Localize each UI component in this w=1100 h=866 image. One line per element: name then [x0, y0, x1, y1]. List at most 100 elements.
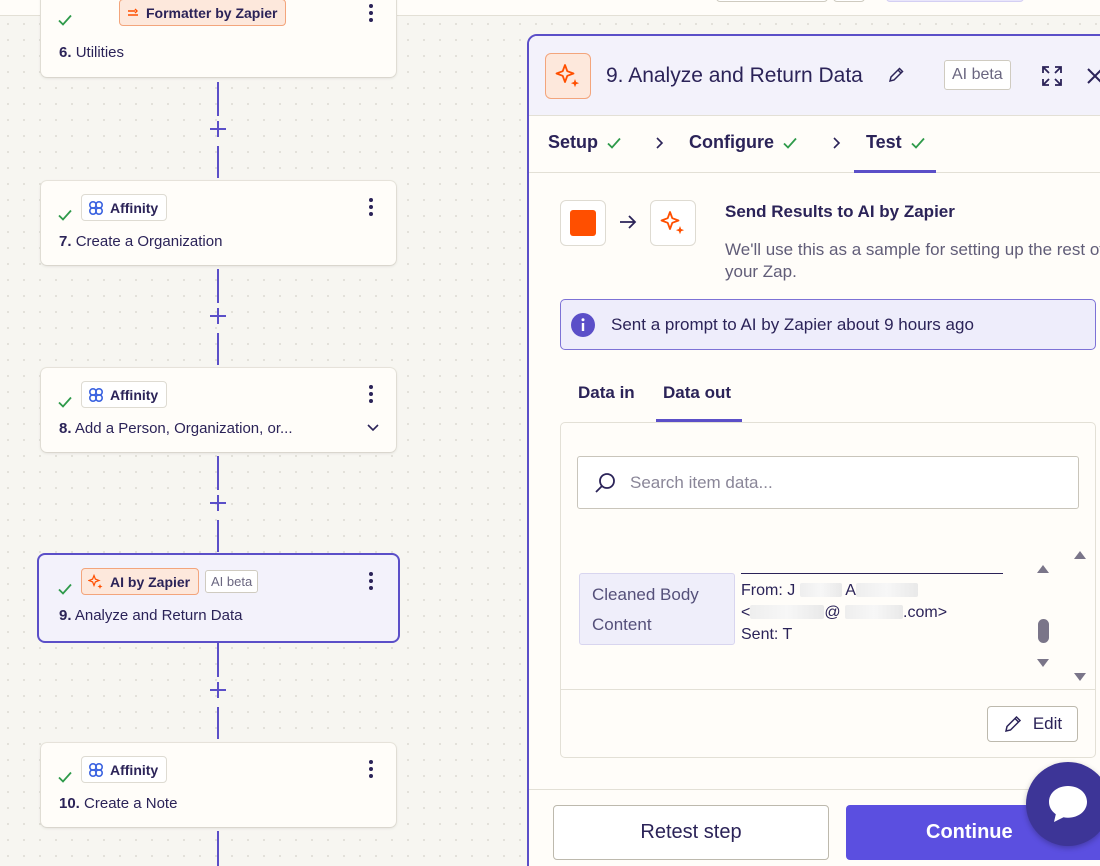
affinity-icon [88, 387, 104, 402]
app-name: Affinity [110, 761, 159, 778]
expand-icon[interactable] [1040, 64, 1064, 88]
plus-icon[interactable] [208, 306, 228, 326]
field-value-line: From: J A [741, 580, 1021, 602]
tab-data-out[interactable]: Data out [663, 383, 731, 403]
scroll-down-icon[interactable] [1035, 657, 1051, 669]
search-field [577, 456, 1079, 509]
step-card-6[interactable]: Formatter by Zapier 6. Utilities [41, 0, 396, 77]
plus-icon[interactable] [208, 119, 228, 139]
connector-line [217, 269, 219, 303]
check-icon [911, 137, 925, 149]
step-title: 7. Create a Organization [59, 233, 223, 250]
panel-footer: Retest step Continue [529, 789, 1100, 866]
check-icon [58, 209, 72, 221]
search-icon [595, 473, 615, 493]
check-icon [58, 396, 72, 408]
arrow-right-icon [620, 215, 637, 229]
app-chip-formatter: Formatter by Zapier [119, 0, 287, 26]
panel-header: 9. Analyze and Return Data AI beta [529, 36, 1100, 116]
plus-icon[interactable] [208, 680, 228, 700]
scroll-down-icon[interactable] [1072, 671, 1088, 683]
app-name: AI by Zapier [110, 573, 191, 590]
field-value-line: < @ .com> [741, 604, 948, 621]
step-card-10[interactable]: Affinity 10. Create a Note [41, 743, 396, 827]
step-title: 10. Create a Note [59, 795, 178, 812]
toolbar-control[interactable] [716, 0, 828, 2]
ai-sparkle-icon [545, 53, 591, 99]
more-vertical-icon[interactable] [364, 382, 378, 406]
scroll-thumb[interactable] [1038, 619, 1049, 643]
app-chip-affinity: Affinity [81, 381, 168, 408]
check-icon [58, 583, 72, 595]
info-banner: Sent a prompt to AI by Zapier about 9 ho… [560, 299, 1096, 350]
panel-tabs: Setup Configure Test [529, 116, 1100, 173]
tab-configure[interactable]: Configure [689, 132, 798, 153]
trigger-app-icon [560, 200, 606, 246]
ai-beta-badge: AI beta [944, 60, 1011, 90]
more-vertical-icon[interactable] [364, 1, 378, 25]
search-input[interactable] [630, 467, 1060, 499]
check-icon [58, 771, 72, 783]
connector-line [217, 520, 219, 552]
connector-line [217, 82, 219, 116]
ai-sparkle-icon [650, 200, 696, 246]
box-scrollbar[interactable] [1072, 549, 1088, 685]
scroll-up-icon[interactable] [1035, 563, 1051, 575]
field-label: Cleaned Body Content [579, 573, 735, 645]
send-results-title: Send Results to AI by Zapier [725, 202, 955, 221]
chat-support-button[interactable] [1026, 762, 1100, 846]
pencil-icon[interactable] [887, 66, 905, 84]
retest-step-button[interactable]: Retest step [553, 805, 829, 860]
more-vertical-icon[interactable] [364, 757, 378, 781]
step-card-7[interactable]: Affinity 7. Create a Organization [41, 181, 396, 265]
check-icon [607, 137, 621, 149]
step-card-8[interactable]: Affinity 8. Add a Person, Organization, … [41, 368, 396, 452]
affinity-icon [88, 762, 104, 777]
toolbar-control[interactable] [833, 0, 865, 2]
chat-icon [1049, 786, 1087, 822]
field-value-line: Sent: T [741, 626, 793, 643]
info-text: Sent a prompt to AI by Zapier about 9 ho… [611, 315, 974, 334]
formatter-icon [128, 8, 138, 16]
tab-data-in[interactable]: Data in [578, 383, 635, 403]
step-title: 8. Add a Person, Organization, or... [59, 420, 293, 437]
ai-sparkle-icon [88, 573, 103, 589]
more-vertical-icon[interactable] [364, 569, 378, 593]
field-scrollbar[interactable] [1035, 563, 1051, 673]
step-detail-panel: 9. Analyze and Return Data AI beta Setup… [527, 34, 1100, 866]
check-icon [783, 137, 797, 149]
connector-line [217, 707, 219, 739]
connector-line [217, 456, 219, 490]
close-icon[interactable] [1085, 66, 1100, 86]
panel-title: 9. Analyze and Return Data [606, 64, 863, 87]
step-title: 6. Utilities [59, 44, 125, 61]
scroll-up-icon[interactable] [1072, 549, 1088, 561]
data-output-box: Cleaned Body Content From: J A <@ .com> … [560, 422, 1096, 758]
app-chip-affinity: Affinity [81, 194, 168, 221]
affinity-icon [88, 200, 104, 215]
plus-icon[interactable] [208, 493, 228, 513]
divider-rule [741, 573, 1003, 574]
tab-test[interactable]: Test [866, 132, 926, 153]
info-icon [571, 313, 595, 337]
more-vertical-icon[interactable] [364, 195, 378, 219]
tab-setup[interactable]: Setup [548, 132, 622, 153]
chevron-right-icon [656, 137, 664, 149]
app-name: Formatter by Zapier [146, 4, 278, 21]
chevron-right-icon [833, 137, 841, 149]
connector-line [217, 831, 219, 866]
toolbar-control[interactable] [886, 0, 1024, 2]
app-name: Affinity [110, 199, 159, 216]
app-name: Affinity [110, 386, 159, 403]
active-tab-indicator [854, 170, 936, 173]
connector-line [217, 333, 219, 365]
edit-button[interactable]: Edit [987, 706, 1078, 742]
connector-line [217, 643, 219, 677]
divider [561, 689, 1095, 690]
connector-line [217, 146, 219, 178]
chevron-down-icon[interactable] [366, 420, 380, 434]
app-chip-ai-by-zapier: AI by Zapier [81, 568, 200, 595]
app-chip-affinity: Affinity [81, 756, 168, 783]
step-card-9[interactable]: AI by Zapier AI beta 9. Analyze and Retu… [39, 555, 398, 641]
send-results-description: We'll use this as a sample for setting u… [725, 240, 1100, 281]
